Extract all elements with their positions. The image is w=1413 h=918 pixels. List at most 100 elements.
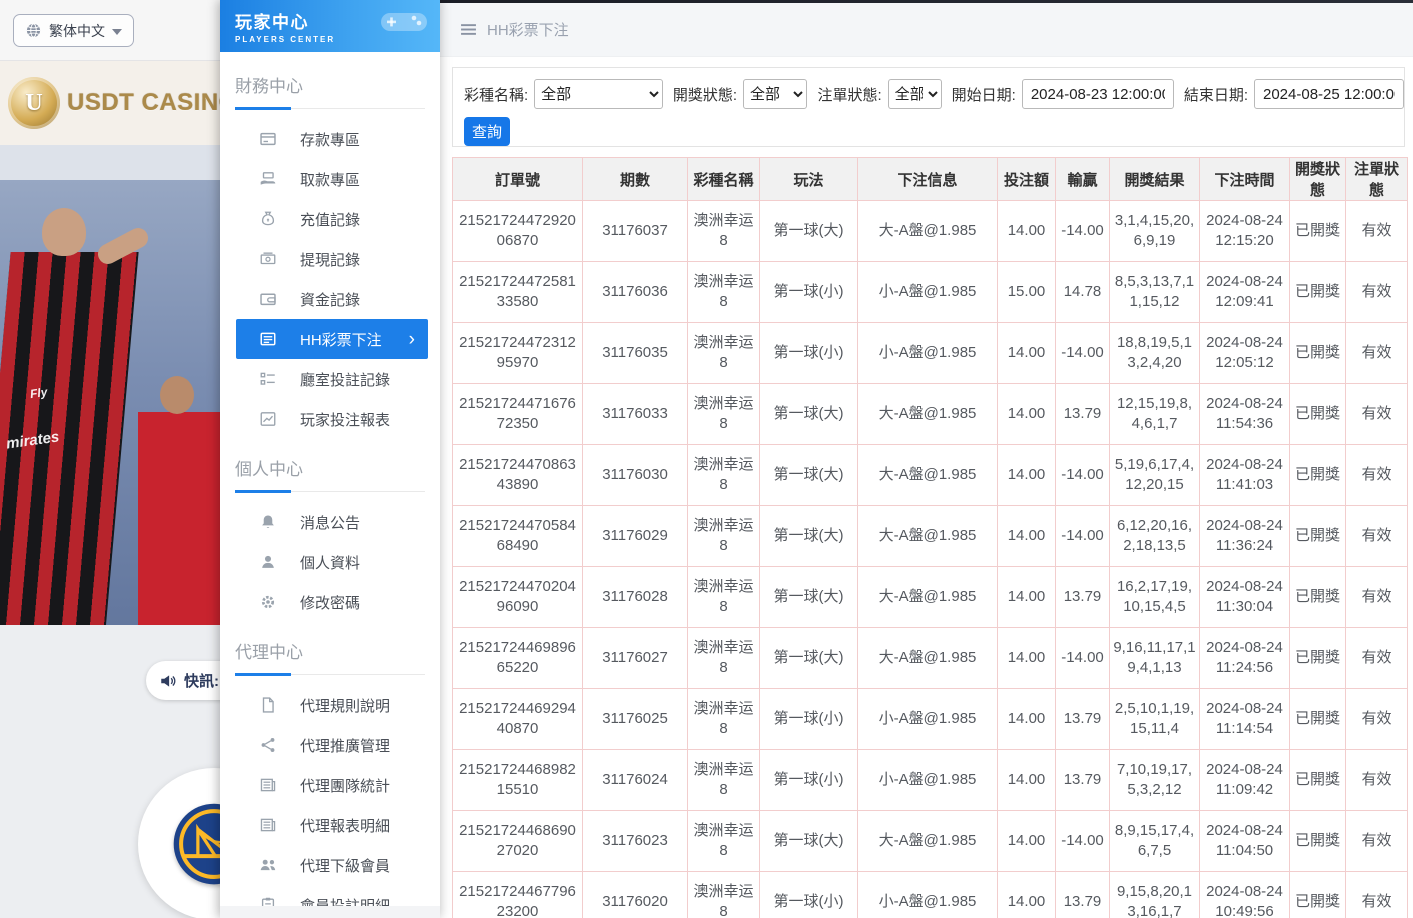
table-cell: 已開獎 bbox=[1290, 628, 1346, 689]
order-status-select[interactable]: 全部 bbox=[888, 79, 942, 109]
sidebar-item[interactable]: 個人資料 bbox=[220, 542, 440, 582]
table-cell: 13.79 bbox=[1056, 689, 1110, 750]
sidebar-item-label: 代理報表明細 bbox=[300, 815, 390, 836]
table-cell: 2024-08-24 12:15:20 bbox=[1200, 201, 1290, 262]
sidebar-item[interactable]: 存款專區 bbox=[220, 119, 440, 159]
lottery-select[interactable]: 全部 bbox=[534, 79, 663, 109]
table-cell: 9,15,8,20,13,16,1,7 bbox=[1110, 872, 1200, 918]
news-ticker[interactable]: 快訊: bbox=[146, 661, 220, 700]
table-cell: 8,5,3,13,7,11,15,12 bbox=[1110, 262, 1200, 323]
table-row: 215217244702049609031176028澳洲幸运8第一球(大)大-… bbox=[453, 567, 1408, 628]
table-cell: 小-A盤@1.985 bbox=[858, 872, 998, 918]
table-cell: 已開獎 bbox=[1290, 750, 1346, 811]
sidebar-item-label: 資金記錄 bbox=[300, 289, 360, 310]
sidebar-item[interactable]: 代理報表明細 bbox=[220, 805, 440, 845]
table-cell: 6,12,20,16,2,18,13,5 bbox=[1110, 506, 1200, 567]
filter-panel: 彩種名稱: 全部 開獎狀態: 全部 注單狀態: 全部 開始日期: 結束日期: 查… bbox=[452, 67, 1405, 147]
sidebar-item[interactable]: 修改密碼 bbox=[220, 582, 440, 622]
sidebar-item[interactable]: 消息公告 bbox=[220, 502, 440, 542]
report-chart-icon bbox=[259, 410, 277, 428]
sidebar-item[interactable]: 玩家投注報表 bbox=[220, 399, 440, 439]
table-cell: 18,8,19,5,13,2,4,20 bbox=[1110, 323, 1200, 384]
start-date-input[interactable] bbox=[1022, 79, 1174, 109]
table-cell: 2024-08-24 11:14:54 bbox=[1200, 689, 1290, 750]
table-cell: 2152172447020496090 bbox=[453, 567, 583, 628]
table-cell: 2152172446779623200 bbox=[453, 872, 583, 918]
table-cell: 2152172446869027020 bbox=[453, 811, 583, 872]
table-cell: 澳洲幸运8 bbox=[688, 811, 760, 872]
brand-logo[interactable]: U USDT CASINO bbox=[0, 61, 220, 145]
table-cell: 14.78 bbox=[1056, 262, 1110, 323]
menu-toggle-icon[interactable] bbox=[460, 21, 477, 38]
sidebar-item[interactable]: 取款專區 bbox=[220, 159, 440, 199]
sidebar-item[interactable]: 廳室投註記錄 bbox=[220, 359, 440, 399]
column-header: 玩法 bbox=[760, 158, 858, 201]
page-title: HH彩票下注 bbox=[487, 19, 569, 40]
table-cell: -14.00 bbox=[1056, 811, 1110, 872]
table-cell: 2024-08-24 12:05:12 bbox=[1200, 323, 1290, 384]
table-cell: 2,5,10,1,19,15,11,4 bbox=[1110, 689, 1200, 750]
table-cell: 小-A盤@1.985 bbox=[858, 262, 998, 323]
sidebar-item[interactable]: HH彩票下注› bbox=[236, 319, 428, 359]
sidebar-item-label: 充值記錄 bbox=[300, 209, 360, 230]
sidebar-item[interactable]: 代理團隊統計 bbox=[220, 765, 440, 805]
column-header: 輸贏 bbox=[1056, 158, 1110, 201]
sidebar-item[interactable]: 充值記錄 bbox=[220, 199, 440, 239]
sidebar-item[interactable]: 代理規則說明 bbox=[220, 685, 440, 725]
player-center-drawer: 玩家中心 PLAYERS CENTER 財務中心存款專區取款專區充值記錄提現記錄… bbox=[220, 0, 440, 918]
query-button[interactable]: 查詢 bbox=[464, 117, 510, 146]
gamepad-icon bbox=[378, 6, 430, 38]
table-cell: 2152172446898215510 bbox=[453, 750, 583, 811]
sidebar-item[interactable]: 會員投註明細 bbox=[220, 885, 440, 918]
table-cell: 14.00 bbox=[998, 384, 1056, 445]
sidebar-item[interactable]: 代理推廣管理 bbox=[220, 725, 440, 765]
table-cell: 16,2,17,19,10,15,4,5 bbox=[1110, 567, 1200, 628]
sidebar-item[interactable]: 代理下級會員 bbox=[220, 845, 440, 885]
end-date-input[interactable] bbox=[1254, 79, 1404, 109]
draw-status-select[interactable]: 全部 bbox=[743, 79, 807, 109]
sidebar-item[interactable]: 資金記錄 bbox=[220, 279, 440, 319]
table-cell: 第一球(小) bbox=[760, 262, 858, 323]
table-cell: 2024-08-24 12:09:41 bbox=[1200, 262, 1290, 323]
table-cell: 2152172447231295970 bbox=[453, 323, 583, 384]
table-cell: 9,16,11,17,19,4,1,13 bbox=[1110, 628, 1200, 689]
player-figure bbox=[160, 376, 194, 414]
table-cell: 大-A盤@1.985 bbox=[858, 506, 998, 567]
team-logo-badge bbox=[138, 768, 220, 918]
table-cell: 澳洲幸运8 bbox=[688, 323, 760, 384]
language-selector[interactable]: 繁体中文 bbox=[13, 14, 134, 47]
room-record-icon bbox=[259, 370, 277, 388]
table-cell: 小-A盤@1.985 bbox=[858, 323, 998, 384]
table-cell: 澳洲幸运8 bbox=[688, 628, 760, 689]
table-row: 215217244677962320031176020澳洲幸运8第一球(小)小-… bbox=[453, 872, 1408, 918]
table-row: 215217244689821551031176024澳洲幸运8第一球(小)小-… bbox=[453, 750, 1408, 811]
table-cell: 澳洲幸运8 bbox=[688, 506, 760, 567]
table-cell: 2152172447167672350 bbox=[453, 384, 583, 445]
table-cell: 14.00 bbox=[998, 323, 1056, 384]
table-cell: 2024-08-24 11:54:36 bbox=[1200, 384, 1290, 445]
table-row: 215217244723129597031176035澳洲幸运8第一球(小)小-… bbox=[453, 323, 1408, 384]
table-cell: 大-A盤@1.985 bbox=[858, 567, 998, 628]
table-cell: 2152172447292006870 bbox=[453, 201, 583, 262]
usdt-ball-icon: U bbox=[8, 77, 60, 129]
filter-row: 彩種名稱: 全部 開獎狀態: 全部 注單狀態: 全部 開始日期: 結束日期: bbox=[453, 68, 1404, 109]
table-cell: 31176020 bbox=[583, 872, 688, 918]
table-cell: 已開獎 bbox=[1290, 201, 1346, 262]
start-date-label: 開始日期: bbox=[952, 84, 1016, 105]
column-header: 訂單號 bbox=[453, 158, 583, 201]
table-cell: 有效 bbox=[1346, 567, 1408, 628]
sidebar-item[interactable]: 提現記錄 bbox=[220, 239, 440, 279]
table-cell: 澳洲幸运8 bbox=[688, 750, 760, 811]
table-cell: 13.79 bbox=[1056, 872, 1110, 918]
sidebar-item-label: 消息公告 bbox=[300, 512, 360, 533]
column-header: 下注時間 bbox=[1200, 158, 1290, 201]
table-cell: 有效 bbox=[1346, 872, 1408, 918]
sidebar-item-label: 代理團隊統計 bbox=[300, 775, 390, 796]
table-cell: 已開獎 bbox=[1290, 811, 1346, 872]
table-cell: 大-A盤@1.985 bbox=[858, 811, 998, 872]
player-figure bbox=[42, 208, 86, 256]
table-cell: 31176024 bbox=[583, 750, 688, 811]
sidebar-item-label: 修改密碼 bbox=[300, 592, 360, 613]
sidebar-section-label: 個人中心 bbox=[235, 455, 425, 492]
table-row: 215217244692944087031176025澳洲幸运8第一球(小)小-… bbox=[453, 689, 1408, 750]
